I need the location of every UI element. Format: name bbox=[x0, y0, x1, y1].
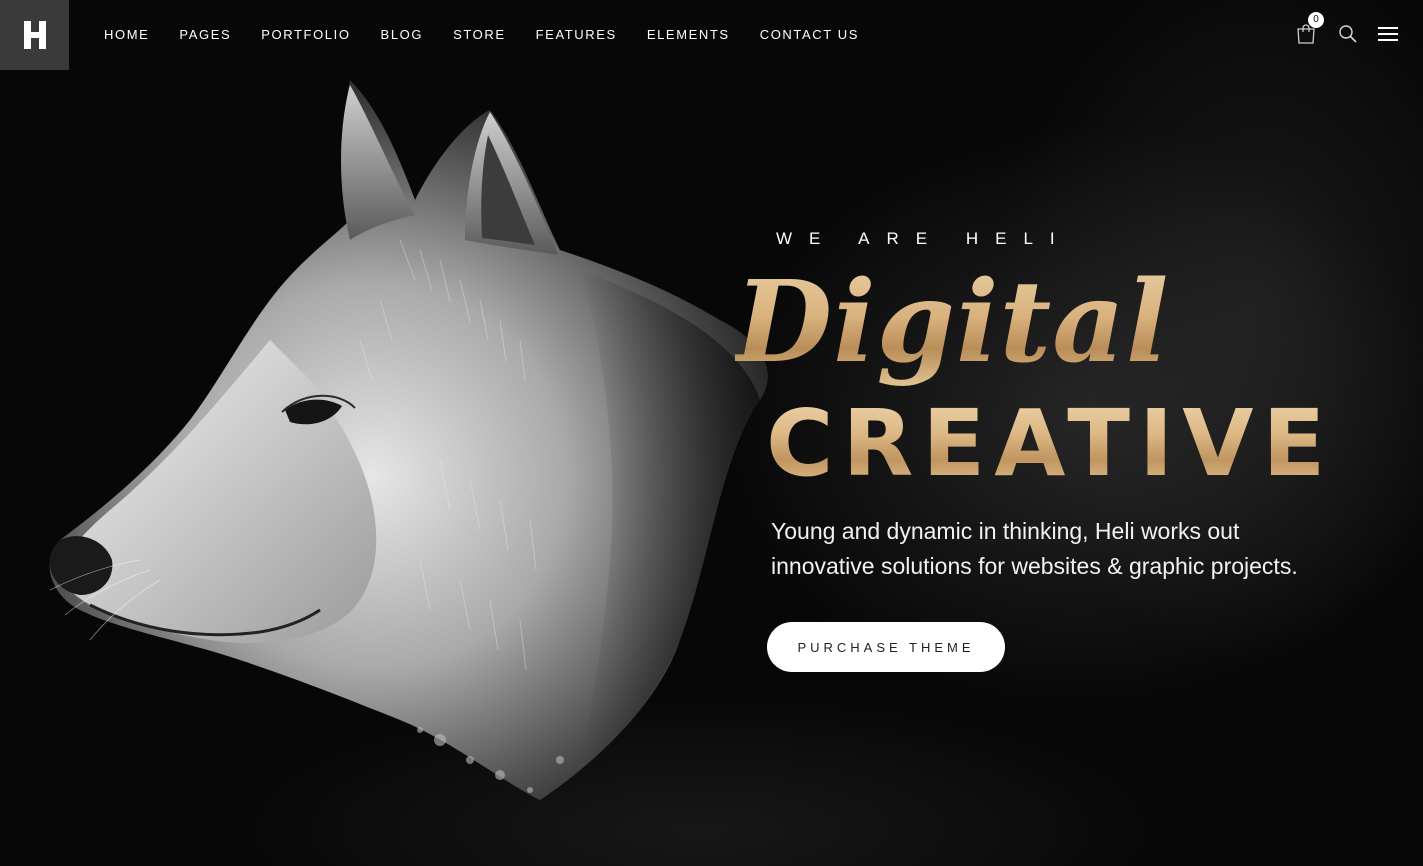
hero-description: Young and dynamic in thinking, Heli work… bbox=[771, 514, 1331, 584]
hero-title-bold: CREATIVE bbox=[766, 390, 1335, 497]
search-icon[interactable] bbox=[1338, 24, 1358, 44]
cart-count-badge: 0 bbox=[1308, 12, 1324, 28]
purchase-theme-button[interactable]: PURCHASE THEME bbox=[767, 622, 1005, 672]
header-actions: 0 bbox=[1223, 12, 1423, 54]
hero-eyebrow: WE ARE HELI bbox=[776, 229, 1072, 248]
hamburger-menu-icon[interactable] bbox=[1377, 25, 1399, 43]
hero-description-line: innovative solutions for websites & grap… bbox=[771, 553, 1298, 579]
hero-page: HOME PAGES PORTFOLIO BLOG STORE FEATURES… bbox=[0, 0, 1423, 866]
hero-description-line: Young and dynamic in thinking, Heli work… bbox=[771, 518, 1240, 544]
wolf-illustration bbox=[49, 80, 768, 800]
hero-title-script: Digital bbox=[735, 257, 1170, 388]
